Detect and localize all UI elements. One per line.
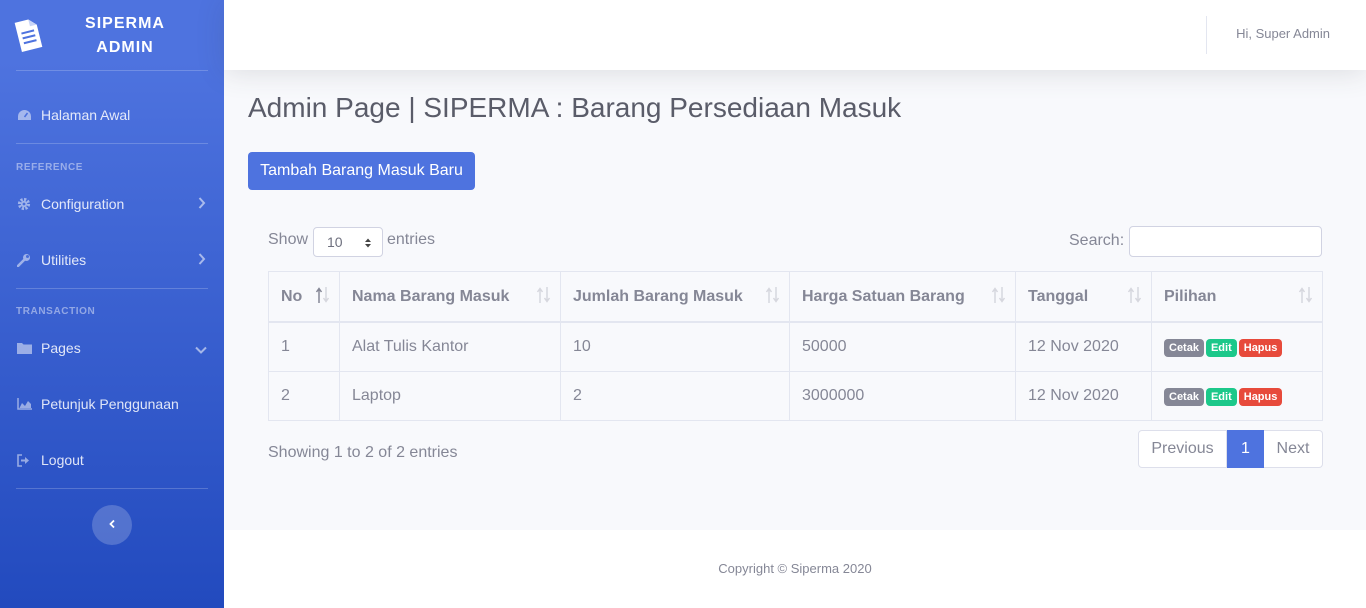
column-label: Pilihan: [1164, 287, 1217, 305]
previous-page-button[interactable]: Previous: [1138, 430, 1227, 468]
search-input[interactable]: [1129, 226, 1322, 257]
sidebar-item-utilities[interactable]: Utilities: [0, 240, 224, 280]
column-header-jumlah[interactable]: Jumlah Barang Masuk: [560, 271, 790, 323]
entries-label: entries: [387, 231, 436, 248]
chevron-right-icon: [198, 252, 206, 269]
chevron-down-icon: [194, 342, 208, 358]
print-button[interactable]: Cetak: [1164, 387, 1204, 406]
cell-tanggal: 12 Nov 2020: [1015, 371, 1152, 421]
sidebar-item-label: Halaman Awal: [41, 107, 131, 123]
pagination: Previous 1 Next: [1138, 430, 1323, 468]
sidebar-brand[interactable]: SIPERMA ADMIN: [0, 0, 224, 70]
sidebar-toggle-button[interactable]: [92, 505, 132, 545]
print-button[interactable]: Cetak: [1164, 338, 1204, 357]
chevron-left-icon: [108, 516, 116, 534]
cell-harga: 50000: [789, 321, 1016, 372]
sidebar-heading-reference: REFERENCE: [16, 162, 84, 173]
cell-harga: 3000000: [789, 371, 1016, 421]
delete-button[interactable]: Hapus: [1238, 387, 1283, 406]
entries-per-page-value: 10: [327, 234, 343, 250]
column-header-harga[interactable]: Harga Satuan Barang: [789, 271, 1016, 323]
wrench-icon: [17, 253, 33, 267]
brand-line-1: SIPERMA: [85, 15, 165, 32]
next-page-button[interactable]: Next: [1264, 430, 1323, 468]
gear-icon: [17, 197, 33, 211]
column-header-pilihan[interactable]: Pilihan: [1151, 271, 1323, 323]
document-icon: [12, 16, 44, 59]
user-menu[interactable]: Hi, Super Admin: [1236, 26, 1330, 41]
brand-line-2: ADMIN: [96, 39, 154, 56]
entries-per-page-select[interactable]: 10: [313, 227, 383, 257]
column-label: Jumlah Barang Masuk: [573, 287, 743, 305]
topbar: Hi, Super Admin: [224, 0, 1366, 70]
table-info: Showing 1 to 2 of 2 entries: [268, 444, 458, 461]
edit-button[interactable]: Edit: [1205, 387, 1237, 406]
sidebar-divider: [16, 143, 208, 144]
cell-actions: Cetak Edit Hapus: [1151, 371, 1323, 421]
search-label: Search:: [1069, 232, 1125, 249]
dashboard-icon: [17, 109, 33, 122]
sidebar-item-label: Logout: [41, 452, 84, 468]
column-header-no[interactable]: No: [268, 271, 340, 323]
copyright-text: Copyright © Siperma 2020: [718, 561, 872, 576]
incoming-items-table: No Nama Barang Masuk Jumlah Barang Masuk…: [268, 271, 1323, 421]
chevron-right-icon: [198, 196, 206, 213]
add-incoming-item-button[interactable]: Tambah Barang Masuk Baru: [248, 152, 475, 190]
sidebar-item-pages[interactable]: Pages: [0, 328, 224, 368]
cell-tanggal: 12 Nov 2020: [1015, 321, 1152, 372]
sidebar-divider: [16, 288, 208, 289]
cell-nama: Alat Tulis Kantor: [339, 321, 561, 372]
column-label: Nama Barang Masuk: [352, 287, 510, 305]
cell-no: 2: [268, 371, 340, 421]
column-label: Harga Satuan Barang: [802, 287, 965, 305]
select-caret-icon: [364, 236, 372, 252]
sort-icon: [991, 286, 1007, 309]
cell-no: 1: [268, 321, 340, 372]
table-row: 2 Laptop 2 3000000 12 Nov 2020 Cetak Edit…: [268, 371, 1323, 421]
sign-out-icon: [17, 453, 33, 467]
sidebar-item-home[interactable]: Halaman Awal: [0, 95, 224, 135]
sidebar-divider: [16, 70, 208, 71]
cell-jumlah: 2: [560, 371, 790, 421]
delete-button[interactable]: Hapus: [1238, 338, 1283, 357]
sort-icon: [1298, 286, 1314, 309]
sort-asc-icon: [315, 286, 331, 309]
sort-icon: [536, 286, 552, 309]
table-header-row: No Nama Barang Masuk Jumlah Barang Masuk…: [268, 271, 1323, 323]
cell-actions: Cetak Edit Hapus: [1151, 321, 1323, 372]
sidebar-item-configuration[interactable]: Configuration: [0, 184, 224, 224]
column-header-tanggal[interactable]: Tanggal: [1015, 271, 1152, 323]
cell-jumlah: 10: [560, 321, 790, 372]
sidebar-item-label: Petunjuk Penggunaan: [41, 396, 179, 412]
page-1-button[interactable]: 1: [1227, 430, 1264, 468]
footer: Copyright © Siperma 2020: [224, 530, 1366, 608]
show-label: Show: [268, 231, 309, 248]
cell-nama: Laptop: [339, 371, 561, 421]
folder-icon: [17, 342, 33, 354]
topbar-divider: [1206, 16, 1207, 54]
sidebar-item-label: Pages: [41, 340, 81, 356]
page-title: Admin Page | SIPERMA : Barang Persediaan…: [248, 92, 902, 123]
sidebar-item-label: Utilities: [41, 252, 87, 268]
sidebar-item-logout[interactable]: Logout: [0, 440, 224, 480]
brand-name: SIPERMA ADMIN: [60, 12, 190, 60]
sidebar: SIPERMA ADMIN Halaman Awal REFERENCE Con…: [0, 0, 224, 608]
sort-icon: [765, 286, 781, 309]
table-row: 1 Alat Tulis Kantor 10 50000 12 Nov 2020…: [268, 321, 1323, 372]
sidebar-item-guide[interactable]: Petunjuk Penggunaan: [0, 384, 224, 424]
area-chart-icon: [17, 398, 33, 410]
column-header-nama[interactable]: Nama Barang Masuk: [339, 271, 561, 323]
column-label: Tanggal: [1028, 287, 1089, 305]
sort-icon: [1127, 286, 1143, 309]
edit-button[interactable]: Edit: [1205, 338, 1237, 357]
sidebar-heading-transaction: TRANSACTION: [16, 306, 96, 317]
column-label: No: [281, 287, 303, 305]
sidebar-divider: [16, 488, 208, 489]
sidebar-item-label: Configuration: [41, 196, 125, 212]
